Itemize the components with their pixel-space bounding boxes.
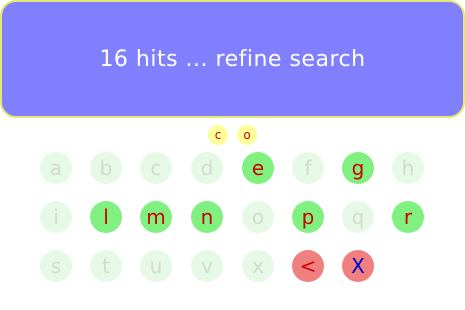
key-i: i bbox=[40, 201, 72, 233]
key-p[interactable]: p bbox=[292, 201, 324, 233]
key-r[interactable]: r bbox=[392, 201, 424, 233]
key-l[interactable]: l bbox=[90, 201, 122, 233]
clear-button[interactable]: X bbox=[342, 250, 374, 282]
key-m[interactable]: m bbox=[140, 201, 172, 233]
key-o: o bbox=[242, 201, 274, 233]
key-n[interactable]: n bbox=[191, 201, 223, 233]
search-screen: 16 hits ... refine search c o a b c d e … bbox=[0, 0, 465, 310]
key-q: q bbox=[342, 201, 374, 233]
key-c: c bbox=[140, 152, 172, 184]
key-d: d bbox=[191, 152, 223, 184]
key-v: v bbox=[191, 250, 223, 282]
key-b: b bbox=[90, 152, 122, 184]
key-e[interactable]: e bbox=[242, 152, 274, 184]
key-f: f bbox=[292, 152, 324, 184]
typed-letter-chip: c bbox=[208, 125, 228, 145]
key-x: x bbox=[242, 250, 274, 282]
result-banner: 16 hits ... refine search bbox=[0, 0, 465, 118]
typed-letter-chip: o bbox=[237, 125, 257, 145]
key-h: h bbox=[392, 152, 424, 184]
key-u: u bbox=[140, 250, 172, 282]
key-g[interactable]: g bbox=[342, 152, 374, 184]
result-message: 16 hits ... refine search bbox=[99, 46, 366, 72]
backspace-button[interactable]: < bbox=[292, 250, 324, 282]
key-t: t bbox=[90, 250, 122, 282]
key-s: s bbox=[40, 250, 72, 282]
key-a: a bbox=[40, 152, 72, 184]
